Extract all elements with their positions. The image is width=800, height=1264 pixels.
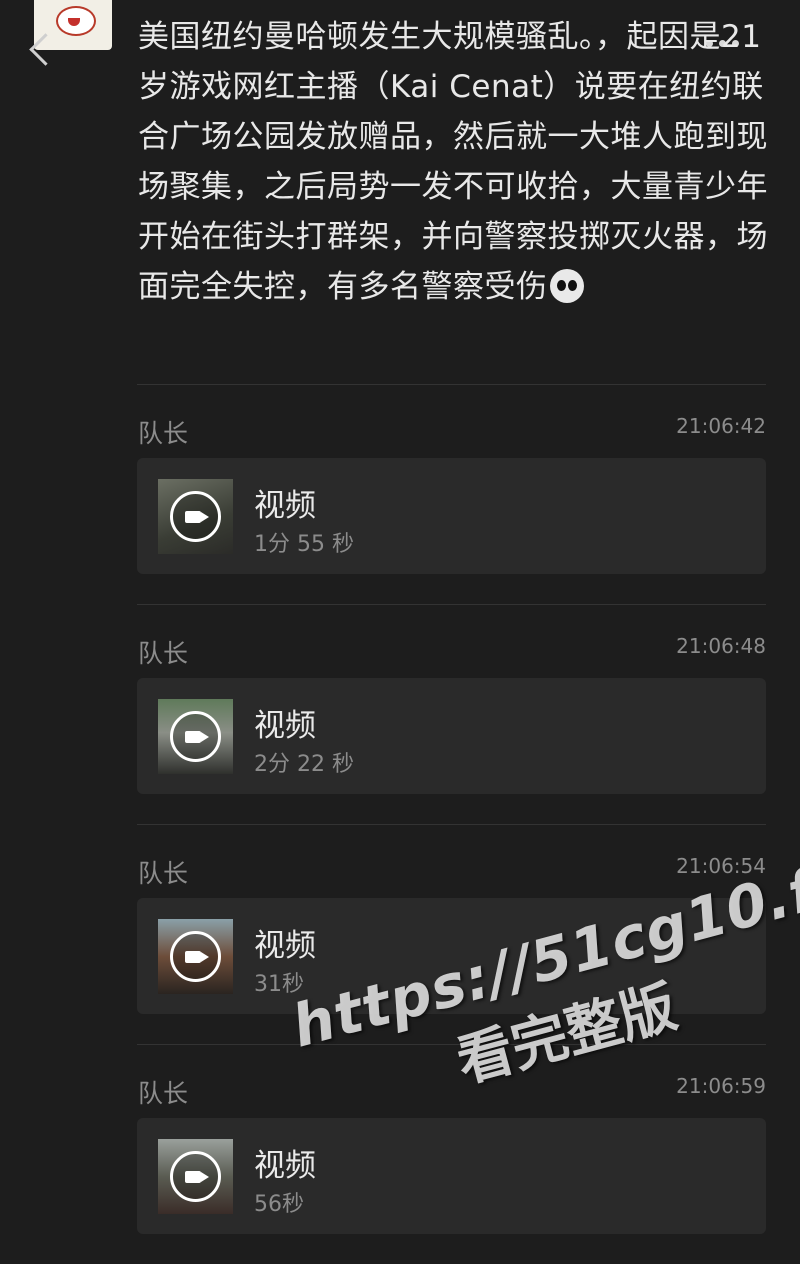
video-label: 视频 [254,928,316,964]
divider [137,384,766,385]
video-thumbnail[interactable] [158,1139,233,1214]
video-camera-icon [170,711,221,762]
video-thumbnail[interactable] [158,919,233,994]
timestamp: 21:06:48 [676,634,766,658]
video-camera-icon [170,491,221,542]
video-duration: 56秒 [254,1192,304,1217]
message-body: 美国纽约曼哈顿发生大规模骚乱。，起因是21岁游戏网红主播（Kai Cenat）说… [138,19,768,305]
sender-name: 队长 [138,639,189,668]
timestamp: 21:06:59 [676,1074,766,1098]
video-card[interactable]: 视频 56秒 [137,1118,766,1234]
video-card[interactable]: 视频 1分 55 秒 [137,458,766,574]
list-item: 队长 21:06:48 视频 2分 22 秒 [137,604,766,824]
divider [137,824,766,825]
video-thumbnail[interactable] [158,699,233,774]
video-card[interactable]: 视频 2分 22 秒 [137,678,766,794]
sender-name: 队长 [138,1079,189,1108]
video-camera-icon [170,1151,221,1202]
crying-face-emoji-icon [549,269,584,303]
video-thumbnail[interactable] [158,479,233,554]
video-camera-icon [170,931,221,982]
video-duration: 1分 55 秒 [254,532,354,557]
video-duration: 2分 22 秒 [254,752,354,777]
video-label: 视频 [254,1148,316,1184]
message-text: 美国纽约曼哈顿发生大规模骚乱。，起因是21岁游戏网红主播（Kai Cenat）说… [138,12,768,312]
video-label: 视频 [254,488,316,524]
sender-name: 队长 [138,859,189,888]
sender-name: 队长 [138,419,189,448]
video-label: 视频 [254,708,316,744]
timestamp: 21:06:42 [676,414,766,438]
divider [137,604,766,605]
list-item: 队长 21:06:42 视频 1分 55 秒 [137,384,766,604]
